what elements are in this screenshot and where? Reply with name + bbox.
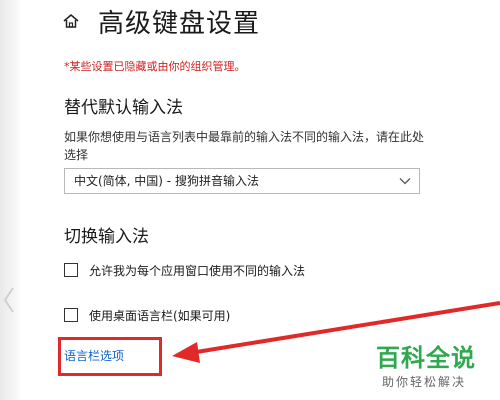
switch-input-method-heading: 切换输入法 <box>64 227 149 247</box>
chevron-down-icon <box>399 178 411 185</box>
input-method-dropdown[interactable]: 中文(简体, 中国) - 搜狗拼音输入法 <box>64 168 420 194</box>
per-app-input-method-checkbox[interactable] <box>64 263 78 277</box>
left-panel-edge <box>0 0 22 400</box>
override-input-method-description: 如果你想使用与语言列表中最靠前的输入法不同的输入法，请在此处选择 <box>64 130 425 162</box>
chevron-left-icon <box>3 287 14 313</box>
override-input-method-heading: 替代默认输入法 <box>64 98 183 118</box>
per-app-input-method-option[interactable]: 允许我为每个应用窗口使用不同的输入法 <box>64 261 305 279</box>
dropdown-selected-value: 中文(简体, 中国) - 搜狗拼音输入法 <box>74 174 259 188</box>
desktop-language-bar-label: 使用桌面语言栏(如果可用) <box>89 308 231 323</box>
watermark-tagline: 助你轻松解决 <box>382 375 467 389</box>
desktop-language-bar-option[interactable]: 使用桌面语言栏(如果可用) <box>64 306 230 324</box>
managed-settings-notice: *某些设置已隐藏或由你的组织管理。 <box>64 60 246 73</box>
per-app-input-method-label: 允许我为每个应用窗口使用不同的输入法 <box>89 263 306 278</box>
watermark-logo-text: 百科全说 <box>376 344 476 372</box>
home-icon[interactable] <box>62 12 80 30</box>
language-bar-options-link[interactable]: 语言栏选项 <box>64 347 124 364</box>
desktop-language-bar-checkbox[interactable] <box>64 308 78 322</box>
page-title: 高级键盘设置 <box>98 9 261 39</box>
